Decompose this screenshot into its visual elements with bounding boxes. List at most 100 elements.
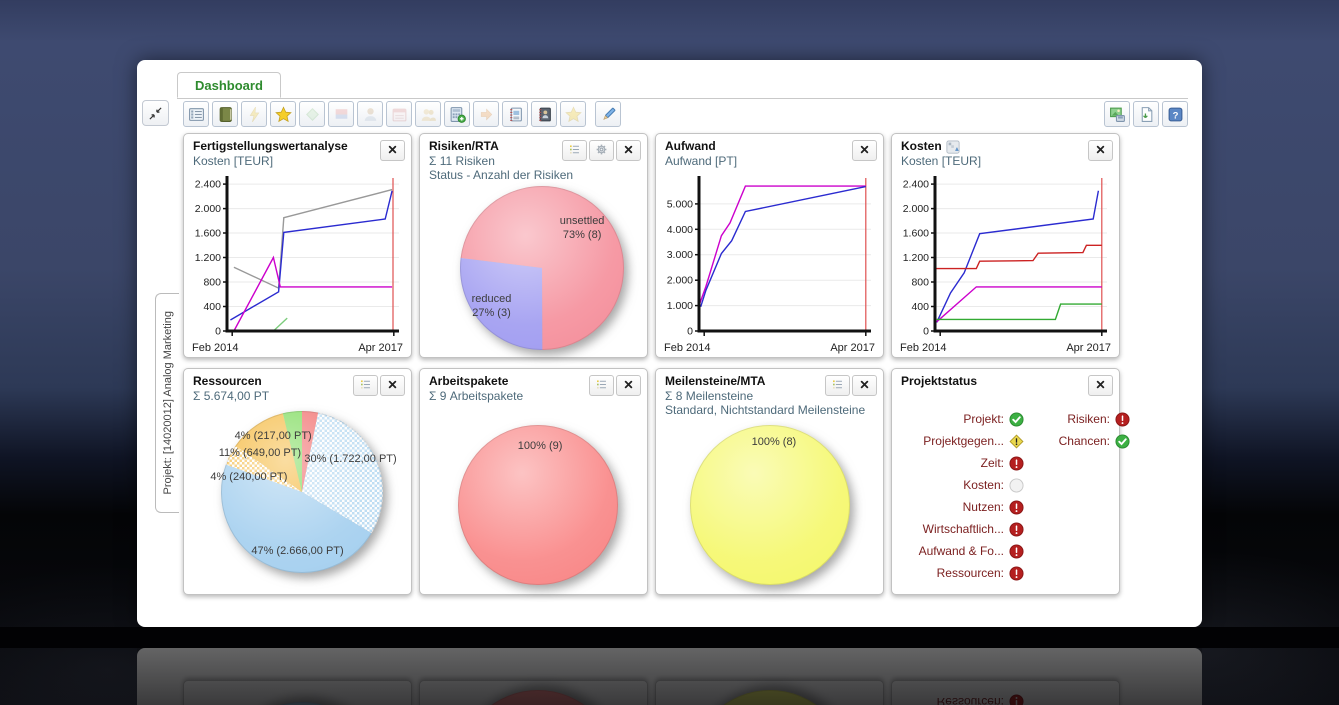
status-column: Projekt: Projektgegen... Zeit: Kosten: Nutze… <box>902 408 1024 584</box>
toolbar-notebook-button[interactable] <box>502 101 528 127</box>
status-ok-icon <box>1115 433 1130 449</box>
svg-text:0: 0 <box>215 326 221 338</box>
toolbar-export-image-button[interactable] <box>1104 101 1130 127</box>
project-tab-vertical[interactable]: Projekt: [14020012] Analog Marketing <box>155 293 179 513</box>
widget-close-button[interactable] <box>1088 375 1113 396</box>
dashboard-window: Dashboard ? Projekt: [14020012] Analog M… <box>137 60 1202 627</box>
collapse-icon <box>143 106 168 121</box>
widget-close-button[interactable] <box>380 140 405 161</box>
status-row: Wirtschaftlich... <box>902 518 1024 540</box>
widget-legend-button[interactable] <box>589 375 614 396</box>
svg-text:0: 0 <box>687 326 693 338</box>
widget-header: Fertigstellungswertanalyse Kosten [TEUR] <box>193 139 407 168</box>
book-icon <box>217 106 234 123</box>
pie-label: 30% (1.722,00 PT) <box>304 452 397 465</box>
arrow-icon <box>478 106 495 123</box>
widget-header: Projektstatus <box>901 374 1115 389</box>
legend-icon <box>831 378 844 394</box>
widget-legend-button[interactable] <box>825 375 850 396</box>
status-label: Wirtschaftlich... <box>922 522 1004 536</box>
status-label: Projekt: <box>963 412 1004 426</box>
widget-title: Aufwand <box>665 139 716 153</box>
line-chart-canvas: 0 1.000 2.000 3.000 4.000 5.000 Feb 2014 Apr 20… <box>664 176 875 354</box>
status-row: Projekt: <box>902 408 1024 430</box>
widget-arbeitspakete: Arbeitspakete Σ 9 Arbeitspakete 100% (9) <box>419 368 648 595</box>
pie-label: unsettled 73% (8) <box>559 214 605 241</box>
pie-chart: 100% (8) <box>659 416 880 591</box>
line-chart: 0 400 800 1.200 1.600 2.000 2.400 Feb 2014 Apr 2… <box>187 172 408 354</box>
toolbar-calendar-button <box>386 101 412 127</box>
status-row: Chancen: <box>1030 430 1130 452</box>
pie-label: 4% (240,00 PT) <box>210 470 288 483</box>
window-reflection: Dashboard ? Projekt: [14020012] Analog M… <box>137 648 1202 705</box>
toolbar-help-button[interactable]: ? <box>1162 101 1188 127</box>
status-warn-icon <box>1009 433 1024 449</box>
widget-subtitle: Standard, Nichtstandard Meilensteine <box>665 403 866 417</box>
status-alert-icon <box>1009 521 1024 537</box>
svg-text:1.600: 1.600 <box>903 228 929 240</box>
status-row: Projektgegen... <box>902 430 1024 452</box>
svg-text:5.000: 5.000 <box>667 198 693 210</box>
widget-subtitle: Kosten [TEUR] <box>901 154 982 168</box>
svg-text:Apr 2017: Apr 2017 <box>358 342 403 354</box>
widget-subtitle: Kosten [TEUR] <box>193 154 274 168</box>
toolbar-book-button[interactable] <box>212 101 238 127</box>
close-icon <box>858 378 871 394</box>
toolbar-pencil-button[interactable] <box>595 101 621 127</box>
pie-chart-canvas <box>460 185 625 350</box>
widget-close-button[interactable] <box>852 375 877 396</box>
widget-close-button[interactable] <box>1088 140 1113 161</box>
toolbar-star-button <box>560 101 586 127</box>
pencil-icon <box>600 106 617 123</box>
star-icon <box>564 105 582 123</box>
pie-label: 100% (8) <box>751 436 797 449</box>
status-alert-icon <box>1009 565 1024 581</box>
line-chart: 0 400 800 1.200 1.600 2.000 2.400 Feb 2014 Apr 2… <box>895 172 1116 354</box>
collapse-button[interactable] <box>142 100 169 126</box>
status-ok-icon <box>1009 411 1024 427</box>
svg-text:Apr 2017: Apr 2017 <box>830 342 875 354</box>
line-chart-canvas: 0 400 800 1.200 1.600 2.000 2.400 Feb 2014 Apr 2… <box>900 176 1111 354</box>
project-status-list: Projekt: Projektgegen... Zeit: Kosten: Nutze… <box>902 408 1130 586</box>
widget-header: Aufwand Aufwand [PT] <box>665 139 879 168</box>
tab-dashboard[interactable]: Dashboard <box>177 72 281 98</box>
status-alert-icon <box>1115 411 1130 427</box>
widget-legend-button[interactable] <box>353 375 378 396</box>
person-icon <box>362 106 379 123</box>
close-icon <box>858 143 871 159</box>
widget-close-button[interactable] <box>616 375 641 396</box>
line-chart-canvas: 0 400 800 1.200 1.600 2.000 2.400 Feb 2014 Apr 2… <box>192 176 403 354</box>
svg-text:Feb 2014: Feb 2014 <box>664 342 710 354</box>
widget-close-button[interactable] <box>852 140 877 161</box>
calculator-add-icon <box>449 106 466 123</box>
widget-close-button[interactable] <box>616 140 641 161</box>
widget-meilensteine-mta: Meilensteine/MTA Σ 8 Meilensteine Standa… <box>655 368 884 595</box>
pie-label: reduced 27% (3) <box>471 292 512 319</box>
toolbar-person-button <box>357 101 383 127</box>
toolbar-diamond-button <box>299 101 325 127</box>
svg-text:4.000: 4.000 <box>667 224 693 236</box>
widget-title: Fertigstellungswertanalyse <box>193 139 348 153</box>
svg-text:3.000: 3.000 <box>667 249 693 261</box>
status-row: Risiken: <box>1030 408 1130 430</box>
svg-text:1.200: 1.200 <box>195 252 221 264</box>
widget-close-button[interactable] <box>380 375 405 396</box>
diamond-icon <box>304 106 321 123</box>
close-icon <box>386 378 399 394</box>
widget-settings-button[interactable] <box>589 140 614 161</box>
toolbar-star-button[interactable] <box>270 101 296 127</box>
pivot-icon <box>946 139 960 154</box>
toolbar-export-file-button[interactable] <box>1133 101 1159 127</box>
status-none-icon <box>1009 477 1024 493</box>
widget-legend-button[interactable] <box>562 140 587 161</box>
status-alert-icon <box>1009 543 1024 559</box>
pie-label: 100% (9) <box>517 439 563 452</box>
addressbook-icon <box>536 106 553 123</box>
toolbar-form-button[interactable] <box>183 101 209 127</box>
flag-icon <box>333 106 350 123</box>
svg-text:2.400: 2.400 <box>195 179 221 191</box>
toolbar-calculator-add-button[interactable] <box>444 101 470 127</box>
toolbar-addressbook-button[interactable] <box>531 101 557 127</box>
notebook-icon <box>507 106 524 123</box>
widget-projektstatus: Projektstatus Projekt: Projektgegen... Zei… <box>891 368 1130 595</box>
